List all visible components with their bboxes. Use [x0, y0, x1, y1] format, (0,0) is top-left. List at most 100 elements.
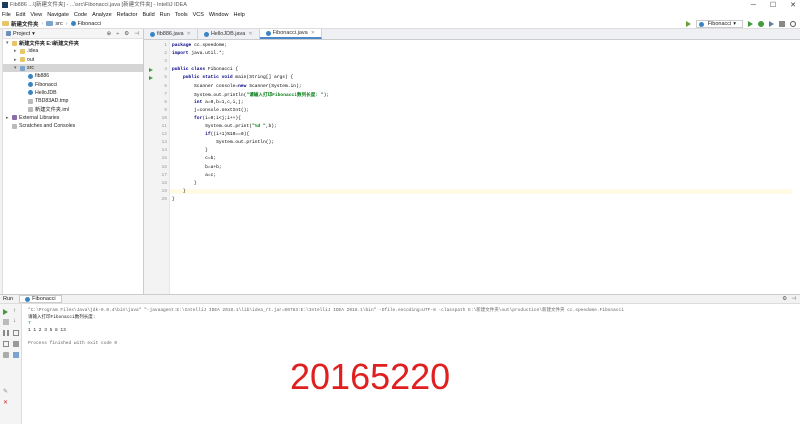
run-panel-header: Run Fibonacci ⚙ ⊣ — [0, 295, 800, 304]
library-icon — [12, 115, 17, 121]
editor-tab[interactable]: HelloJDB.java ✕ — [198, 29, 260, 39]
line-number: 11 — [161, 124, 167, 129]
tree-item[interactable]: ▾ src — [3, 63, 143, 73]
tree-item[interactable]: ▾ 新建文件夹 E:\新建文件夹 — [3, 39, 143, 47]
editor-tab-label: fib886.java — [157, 31, 184, 37]
breadcrumb-project[interactable]: 新建文件夹 — [11, 20, 39, 28]
editor-tab[interactable]: Fibonacci.java ✕ — [259, 29, 322, 39]
project-panel-header: Project ▾ ⊕ ÷ ⚙ ⊣ — [3, 29, 143, 39]
menu-vcs[interactable]: VCS — [193, 12, 204, 18]
menu-refactor[interactable]: Refactor — [117, 12, 138, 18]
tree-item-label: 新建文件夹.iml — [35, 107, 70, 114]
camera-icon[interactable] — [3, 352, 9, 358]
code-token: Fibonacci { — [207, 67, 239, 73]
code-line: int a=0,b=1,c,i,j; — [172, 100, 244, 105]
scroll-up-icon[interactable]: ↑ — [13, 308, 19, 314]
menu-build[interactable]: Build — [142, 12, 154, 18]
menu-run[interactable]: Run — [160, 12, 170, 18]
folder-icon — [2, 21, 9, 26]
menu-window[interactable]: Window — [209, 12, 229, 18]
project-view-select[interactable]: Project — [13, 31, 30, 37]
clear-all-icon[interactable] — [13, 352, 19, 358]
menu-tools[interactable]: Tools — [175, 12, 188, 18]
code-token: if — [172, 132, 211, 138]
line-number: 9 — [164, 107, 167, 113]
minimize-button[interactable]: ─ — [751, 2, 756, 9]
tree-item[interactable]: ▸ out — [3, 56, 143, 64]
run-tab[interactable]: Fibonacci — [19, 295, 62, 303]
pin-icon[interactable]: ✎ — [3, 388, 9, 395]
editor-tab-label: HelloJDB.java — [210, 31, 246, 37]
code-editor[interactable]: package cc.speedome; import java.util.*; p… — [170, 40, 792, 294]
scroll-down-icon[interactable]: ↓ — [13, 318, 19, 324]
menu-file[interactable]: File — [2, 12, 11, 18]
line-number: 13 — [161, 140, 167, 146]
code-token: b=a+b; — [172, 164, 222, 170]
close-icon[interactable]: ✕ — [248, 31, 252, 37]
close-icon[interactable]: ✕ — [3, 399, 9, 406]
code-line: public class Fibonacci { — [172, 67, 238, 72]
menu-navigate[interactable]: Navigate — [47, 12, 69, 18]
editor-tab[interactable]: fib886.java ✕ — [144, 29, 198, 39]
hide-icon[interactable]: ⊣ — [134, 31, 139, 37]
run-configuration-select[interactable]: Fibonacci ▾ — [695, 20, 743, 28]
stop-button[interactable] — [3, 319, 9, 325]
debug-button[interactable] — [758, 21, 764, 27]
code-line: } — [172, 181, 197, 186]
tree-item[interactable]: Scratches and Consoles — [3, 122, 143, 130]
pause-icon[interactable] — [3, 330, 9, 336]
maximize-button[interactable]: ☐ — [770, 1, 776, 9]
code-line: j=console.nextInt(); — [172, 108, 249, 113]
run-with-coverage-button[interactable] — [769, 21, 774, 27]
sync-icon[interactable]: ⊕ — [107, 31, 112, 37]
gear-icon[interactable]: ⚙ — [782, 296, 787, 302]
window-title: Fib886 ...\[新建文件夹] - ...\src\Fibonacci.j… — [10, 2, 187, 8]
collapse-icon[interactable]: ÷ — [116, 31, 119, 37]
code-token: (i=0;i<j;i++){ — [202, 115, 241, 121]
line-number: 3 — [164, 59, 167, 65]
run-gutter-icon[interactable] — [149, 67, 153, 72]
tree-item-label: fib886 — [35, 73, 50, 80]
menu-view[interactable]: View — [30, 12, 42, 18]
code-token: "请输入打印Fibonacci数列长度: " — [246, 92, 324, 98]
menu-code[interactable]: Code — [74, 12, 87, 18]
close-icon[interactable]: ✕ — [187, 31, 191, 37]
code-token: a=0,b=1,c,i,j; — [205, 99, 244, 105]
build-icon[interactable] — [685, 21, 691, 27]
close-window-button[interactable]: ✕ — [790, 1, 796, 9]
class-icon — [70, 21, 76, 26]
gear-icon[interactable]: ⚙ — [124, 31, 129, 37]
tree-item[interactable]: Fibonacci — [3, 80, 143, 88]
file-icon — [28, 107, 33, 113]
restore-layout-icon[interactable] — [3, 341, 9, 347]
rerun-button[interactable] — [3, 309, 8, 315]
tree-item[interactable]: ▸ .idea — [3, 47, 143, 55]
tree-item[interactable]: TBD83AD.tmp — [3, 97, 143, 105]
breadcrumb-class[interactable]: Fibonacci — [78, 21, 102, 27]
run-button[interactable] — [748, 21, 753, 27]
tree-item[interactable]: 新建文件夹.iml — [3, 105, 143, 113]
tree-item[interactable]: HelloJDB — [3, 89, 143, 97]
run-toolbar: ↑ ↓ ✎ ✕ — [0, 304, 22, 424]
console-line: 7 — [28, 321, 31, 327]
hide-icon[interactable]: ⊣ — [791, 296, 796, 302]
title-bar: Fib886 ...\[新建文件夹] - ...\src\Fibonacci.j… — [0, 0, 800, 10]
breadcrumb-src[interactable]: src — [55, 21, 62, 27]
menu-analyze[interactable]: Analyze — [92, 12, 112, 18]
stop-button[interactable] — [779, 21, 785, 27]
chevron-down-icon[interactable]: ▾ — [32, 31, 35, 37]
menu-edit[interactable]: Edit — [16, 12, 25, 18]
close-icon[interactable]: ✕ — [311, 30, 315, 36]
class-icon — [265, 30, 271, 36]
console-output[interactable]: "C:\Program Files\Java\jdk-9.0.4\bin\jav… — [28, 308, 798, 348]
print-icon[interactable] — [13, 341, 19, 347]
soft-wrap-icon[interactable] — [13, 330, 19, 336]
menu-help[interactable]: Help — [233, 12, 244, 18]
search-icon[interactable] — [790, 21, 796, 27]
tree-item[interactable]: fib886 — [3, 72, 143, 80]
tree-item[interactable]: ▸ External Libraries — [3, 114, 143, 122]
tree-item-label: src — [27, 65, 34, 72]
run-gutter-icon[interactable] — [149, 75, 153, 80]
code-token: a=c; — [172, 172, 217, 178]
code-token: java.util.*; — [191, 51, 225, 57]
